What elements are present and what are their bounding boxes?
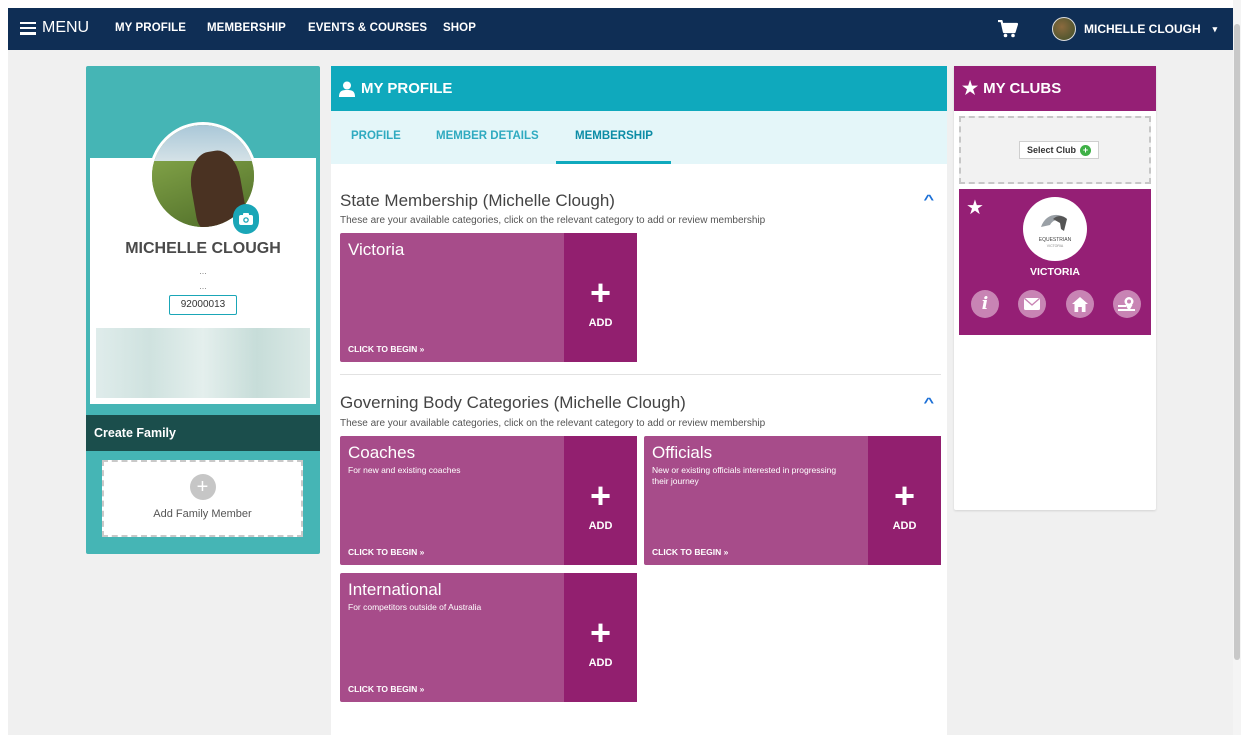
profile-tabs: PROFILE MEMBER DETAILS MEMBERSHIP [331, 111, 947, 164]
member-number: 92000013 [169, 295, 237, 315]
select-club-button[interactable]: Select Club + [1019, 141, 1099, 159]
home-icon[interactable] [1065, 290, 1094, 318]
equestrian-victoria-logo: EQUESTRIAN VICTORIA [1023, 197, 1087, 261]
click-to-begin-link[interactable]: CLICK TO BEGIN » [348, 344, 424, 354]
club-action-icons: i [971, 290, 1141, 318]
club-name: VICTORIA [1030, 266, 1080, 278]
page-viewport: MENU MY PROFILE MEMBERSHIP EVENTS & COUR… [8, 8, 1233, 735]
active-tab-indicator [556, 161, 671, 164]
nav-link-events-courses[interactable]: EVENTS & COURSES [308, 22, 427, 34]
my-clubs-panel: ★ MY CLUBS Select Club + ★ EQUESTRIAN VI… [954, 66, 1156, 510]
add-button[interactable]: + ADD [868, 436, 941, 565]
plus-icon: + [589, 612, 612, 653]
category-card-coaches[interactable]: Coaches For new and existing coaches CLI… [340, 436, 637, 565]
add-family-member-button[interactable]: + Add Family Member [102, 460, 303, 537]
state-membership-subtitle: These are your available categories, cli… [340, 215, 766, 226]
click-to-begin-link[interactable]: CLICK TO BEGIN » [652, 547, 728, 557]
category-title: Officials [652, 443, 713, 462]
category-card-international[interactable]: International For competitors outside of… [340, 573, 637, 702]
select-club-area: Select Club + [959, 116, 1151, 184]
nav-link-membership[interactable]: MEMBERSHIP [207, 22, 286, 34]
info-icon[interactable]: i [971, 290, 999, 318]
svg-text:EQUESTRIAN: EQUESTRIAN [1039, 237, 1072, 243]
category-title: Victoria [348, 240, 405, 259]
tab-member-details[interactable]: MEMBER DETAILS [436, 130, 539, 142]
cart-icon[interactable] [998, 20, 1018, 38]
top-navbar: MENU MY PROFILE MEMBERSHIP EVENTS & COUR… [8, 8, 1233, 50]
profile-sidebar: MICHELLE CLOUGH ... ... 92000013 Create … [86, 66, 320, 554]
category-card-officials[interactable]: Officials New or existing officials inte… [644, 436, 941, 565]
favourite-star-icon[interactable]: ★ [966, 195, 984, 220]
user-icon [339, 81, 355, 97]
svg-text:VICTORIA: VICTORIA [1047, 244, 1064, 248]
add-button[interactable]: + ADD [564, 436, 637, 565]
user-avatar [1052, 17, 1076, 41]
clubs-header: ★ MY CLUBS [954, 66, 1156, 111]
add-button[interactable]: + ADD [564, 573, 637, 702]
camera-icon[interactable] [233, 204, 259, 234]
add-family-member-label: Add Family Member [153, 508, 252, 520]
clubs-title: MY CLUBS [983, 80, 1062, 97]
barcode-image [96, 328, 310, 398]
mail-icon[interactable] [1018, 290, 1047, 318]
category-description: New or existing officials interested in … [652, 465, 837, 486]
state-membership-title: State Membership (Michelle Clough) [340, 191, 615, 210]
add-label: ADD [892, 520, 917, 532]
caret-down-icon: ▾ [1212, 23, 1218, 34]
plus-icon: + [893, 475, 916, 516]
plus-circle-icon: + [1080, 144, 1091, 156]
user-menu[interactable]: MICHELLE CLOUGH ▾ [1052, 17, 1217, 41]
tab-membership[interactable]: MEMBERSHIP [575, 130, 653, 142]
nav-link-my-profile[interactable]: MY PROFILE [115, 22, 186, 34]
plus-icon: + [589, 475, 612, 516]
category-description: For new and existing coaches [348, 465, 461, 475]
category-description: For competitors outside of Australia [348, 602, 482, 612]
page-scrollbar[interactable] [1233, 0, 1241, 735]
profile-name: MICHELLE CLOUGH [125, 240, 281, 257]
profile-line-2: ... [199, 281, 207, 291]
add-label: ADD [588, 520, 613, 532]
menu-label: MENU [42, 19, 90, 36]
hamburger-icon [20, 21, 36, 35]
panel-header: MY PROFILE [331, 66, 947, 111]
select-club-label: Select Club [1026, 145, 1076, 155]
add-label: ADD [588, 657, 613, 669]
add-label: ADD [588, 317, 613, 329]
governing-body-title: Governing Body Categories (Michelle Clou… [340, 393, 686, 412]
click-to-begin-link[interactable]: CLICK TO BEGIN » [348, 684, 424, 694]
panel-title: MY PROFILE [361, 80, 453, 97]
category-title: Coaches [348, 443, 416, 462]
map-location-icon[interactable] [1112, 290, 1141, 318]
scrollbar-thumb[interactable] [1234, 24, 1240, 660]
collapse-chevron-icon[interactable]: ^ [923, 192, 934, 207]
my-profile-panel: MY PROFILE PROFILE MEMBER DETAILS MEMBER… [331, 66, 947, 735]
governing-body-subtitle: These are your available categories, cli… [340, 418, 766, 429]
plus-icon: + [589, 272, 612, 313]
collapse-chevron-icon[interactable]: ^ [923, 395, 934, 410]
create-family-heading: Create Family [86, 415, 320, 451]
tab-profile[interactable]: PROFILE [351, 130, 401, 142]
club-card-victoria[interactable]: ★ EQUESTRIAN VICTORIA VICTORIA i [959, 189, 1151, 335]
user-name: MICHELLE CLOUGH [1084, 22, 1201, 36]
profile-line-1: ... [199, 266, 207, 276]
click-to-begin-link[interactable]: CLICK TO BEGIN » [348, 547, 424, 557]
star-icon: ★ [962, 78, 979, 98]
category-title: International [348, 580, 442, 599]
category-card-victoria[interactable]: Victoria CLICK TO BEGIN » + ADD [340, 233, 637, 362]
plus-circle-icon: + [189, 474, 216, 500]
add-button[interactable]: + ADD [564, 233, 637, 362]
nav-link-shop[interactable]: SHOP [443, 22, 476, 34]
menu-button[interactable]: MENU [20, 19, 89, 37]
section-divider [340, 374, 941, 375]
